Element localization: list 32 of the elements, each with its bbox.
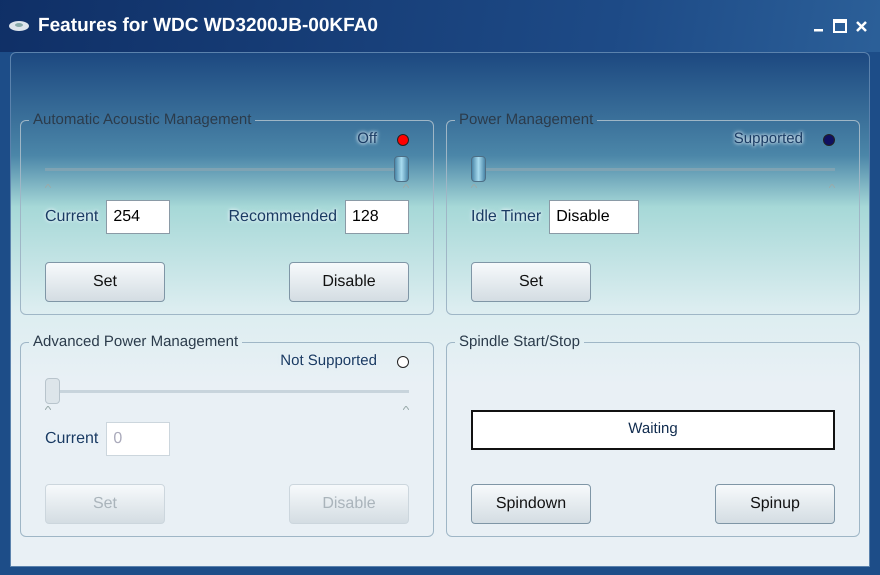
tick-mark-icon: [403, 184, 409, 188]
close-icon[interactable]: [855, 20, 868, 32]
group-title: Power Management: [458, 110, 594, 130]
field-label: Recommended: [228, 206, 337, 226]
slider-track[interactable]: [471, 156, 835, 184]
status-label: Supported: [734, 129, 803, 150]
action-button[interactable]: Disable: [289, 262, 409, 302]
action-button[interactable]: Set: [45, 262, 165, 302]
field-label: Idle Timer: [471, 206, 542, 226]
slider-track[interactable]: [45, 156, 409, 184]
action-button[interactable]: Spinup: [715, 484, 835, 524]
tick-mark-icon: [471, 184, 477, 188]
action-button[interactable]: Set: [471, 262, 591, 302]
input-field[interactable]: Disable: [549, 200, 640, 234]
tick-mark-icon: [403, 406, 409, 410]
progress-label: Waiting: [628, 419, 678, 440]
slider-thumb[interactable]: [394, 156, 409, 182]
group-title: Spindle Start/Stop: [458, 332, 581, 352]
status-label: Not Supported: [280, 351, 377, 372]
status-label: Off: [357, 129, 377, 150]
input-field[interactable]: 254: [106, 200, 170, 234]
field-label: Current: [45, 428, 98, 448]
group-title: Advanced Power Management: [32, 332, 240, 352]
drive-icon: [8, 19, 30, 33]
field-label: Current: [45, 206, 98, 226]
tick-mark-icon: [45, 406, 51, 410]
slider-thumb[interactable]: [471, 156, 486, 182]
group-title: Automatic Acoustic Management: [32, 110, 252, 130]
action-button[interactable]: Spindown: [471, 484, 591, 524]
window-title: Features for WDC WD3200JB-00KFA0: [38, 14, 378, 38]
maximize-icon[interactable]: [833, 19, 847, 33]
input-field[interactable]: 128: [345, 200, 409, 234]
